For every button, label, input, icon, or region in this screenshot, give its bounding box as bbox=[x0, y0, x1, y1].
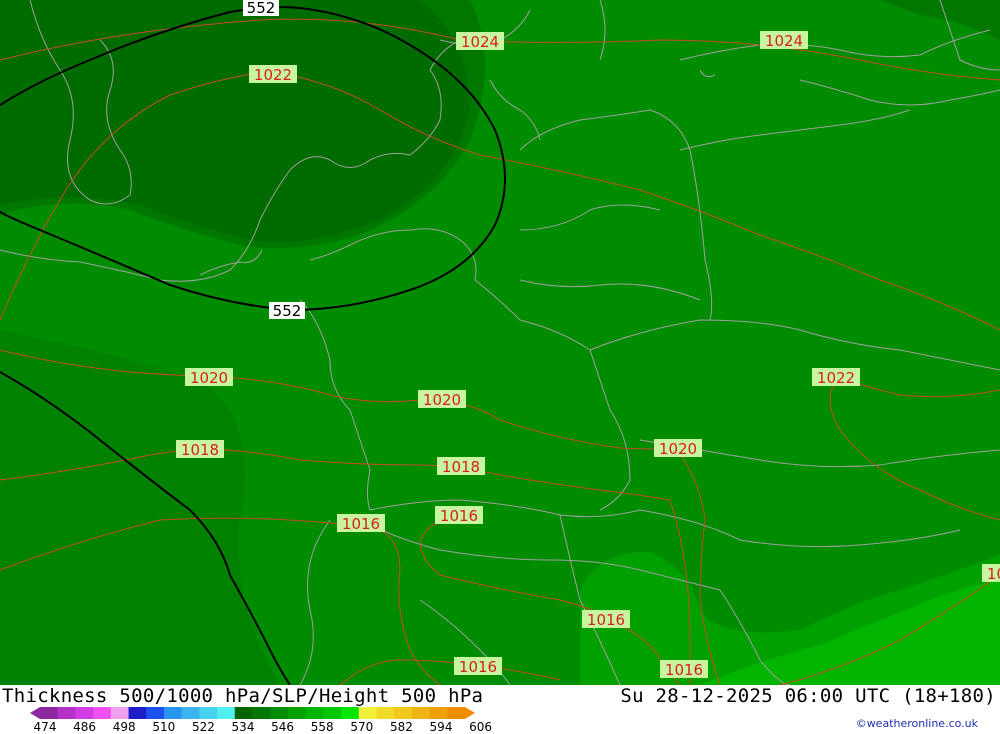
svg-text:1016: 1016 bbox=[987, 565, 1000, 583]
svg-text:552: 552 bbox=[247, 0, 276, 17]
legend-swatch bbox=[40, 707, 59, 719]
legend-tick-label: 594 bbox=[429, 720, 453, 734]
isobar-label: 1018 bbox=[437, 457, 485, 476]
legend-swatch bbox=[146, 707, 165, 719]
isobar-label: 1024 bbox=[456, 32, 504, 51]
legend-swatch bbox=[287, 707, 307, 719]
isobar-label: 1016 bbox=[982, 564, 1000, 583]
legend-swatch bbox=[358, 707, 377, 719]
legend-swatch bbox=[270, 707, 289, 719]
svg-text:1020: 1020 bbox=[659, 440, 697, 458]
svg-text:1020: 1020 bbox=[190, 369, 228, 387]
legend-swatch bbox=[217, 707, 236, 719]
weather-map: 1024 1024 1022 1022 1020 1020 1020 1018 … bbox=[0, 0, 1000, 685]
legend-tick-label: 522 bbox=[191, 720, 215, 734]
svg-text:1022: 1022 bbox=[254, 66, 292, 84]
legend-tick-label: 558 bbox=[310, 720, 334, 734]
height-label: 552 bbox=[243, 0, 279, 17]
legend-swatch bbox=[181, 707, 200, 719]
isobar-label: 1020 bbox=[654, 439, 702, 458]
isobar-label: 1016 bbox=[454, 657, 502, 676]
svg-text:1024: 1024 bbox=[461, 33, 499, 51]
legend-arrow-right bbox=[465, 707, 475, 719]
legend-tick-label: 474 bbox=[33, 720, 57, 734]
legend-swatch bbox=[411, 707, 431, 719]
isobar-label: 1020 bbox=[418, 390, 466, 409]
credit-text: ©weatheronline.co.uk bbox=[855, 717, 978, 730]
legend-swatch bbox=[323, 707, 342, 719]
svg-text:1018: 1018 bbox=[181, 441, 219, 459]
legend-tick-label: 486 bbox=[73, 720, 97, 734]
legend-tick-label: 606 bbox=[469, 720, 493, 734]
map-footer: Thickness 500/1000 hPa/SLP/Height 500 hP… bbox=[0, 685, 1000, 734]
svg-text:1020: 1020 bbox=[423, 391, 461, 409]
legend-swatch bbox=[341, 707, 360, 719]
legend-swatch bbox=[163, 707, 183, 719]
isobar-label: 1022 bbox=[249, 65, 297, 84]
legend-swatch bbox=[75, 707, 94, 719]
svg-text:1016: 1016 bbox=[587, 611, 625, 629]
isobar-label: 1016 bbox=[337, 514, 385, 533]
legend-swatch bbox=[57, 707, 76, 719]
color-legend-ticks: 474 486 498 510 522 534 546 558 570 582 594 606 bbox=[0, 720, 520, 734]
legend-swatch bbox=[199, 707, 218, 719]
legend-arrow-left bbox=[30, 707, 40, 719]
svg-text:1016: 1016 bbox=[440, 507, 478, 525]
legend-swatch bbox=[110, 707, 130, 719]
isobar-label: 1022 bbox=[812, 368, 860, 387]
isobar-label: 1018 bbox=[176, 440, 224, 459]
height-label: 552 bbox=[269, 302, 305, 320]
legend-swatch bbox=[376, 707, 395, 719]
isobar-label: 1016 bbox=[435, 506, 483, 525]
legend-swatch bbox=[252, 707, 271, 719]
svg-text:1016: 1016 bbox=[665, 661, 703, 679]
svg-text:552: 552 bbox=[273, 302, 302, 320]
legend-tick-label: 546 bbox=[271, 720, 295, 734]
legend-tick-label: 570 bbox=[350, 720, 374, 734]
legend-swatch bbox=[429, 707, 448, 719]
svg-text:1018: 1018 bbox=[442, 458, 480, 476]
svg-text:1016: 1016 bbox=[459, 658, 497, 676]
map-title: Thickness 500/1000 hPa/SLP/Height 500 hP… bbox=[2, 685, 484, 707]
svg-text:1022: 1022 bbox=[817, 369, 855, 387]
legend-swatch bbox=[447, 707, 466, 719]
color-legend-bar bbox=[30, 707, 475, 719]
legend-tick-label: 510 bbox=[152, 720, 176, 734]
isobar-label: 1020 bbox=[185, 368, 233, 387]
legend-swatch bbox=[128, 707, 147, 719]
legend-swatch bbox=[305, 707, 324, 719]
svg-text:1016: 1016 bbox=[342, 515, 380, 533]
svg-text:1024: 1024 bbox=[765, 32, 803, 50]
legend-swatch bbox=[394, 707, 413, 719]
legend-tick-label: 534 bbox=[231, 720, 255, 734]
legend-swatch bbox=[93, 707, 112, 719]
legend-swatch bbox=[234, 707, 253, 719]
legend-tick-label: 582 bbox=[389, 720, 413, 734]
legend-tick-label: 498 bbox=[112, 720, 136, 734]
isobar-label: 1024 bbox=[760, 31, 808, 50]
isobar-label: 1016 bbox=[660, 660, 708, 679]
valid-time: Su 28-12-2025 06:00 UTC (18+180) bbox=[620, 685, 996, 707]
isobar-label: 1016 bbox=[582, 610, 630, 629]
